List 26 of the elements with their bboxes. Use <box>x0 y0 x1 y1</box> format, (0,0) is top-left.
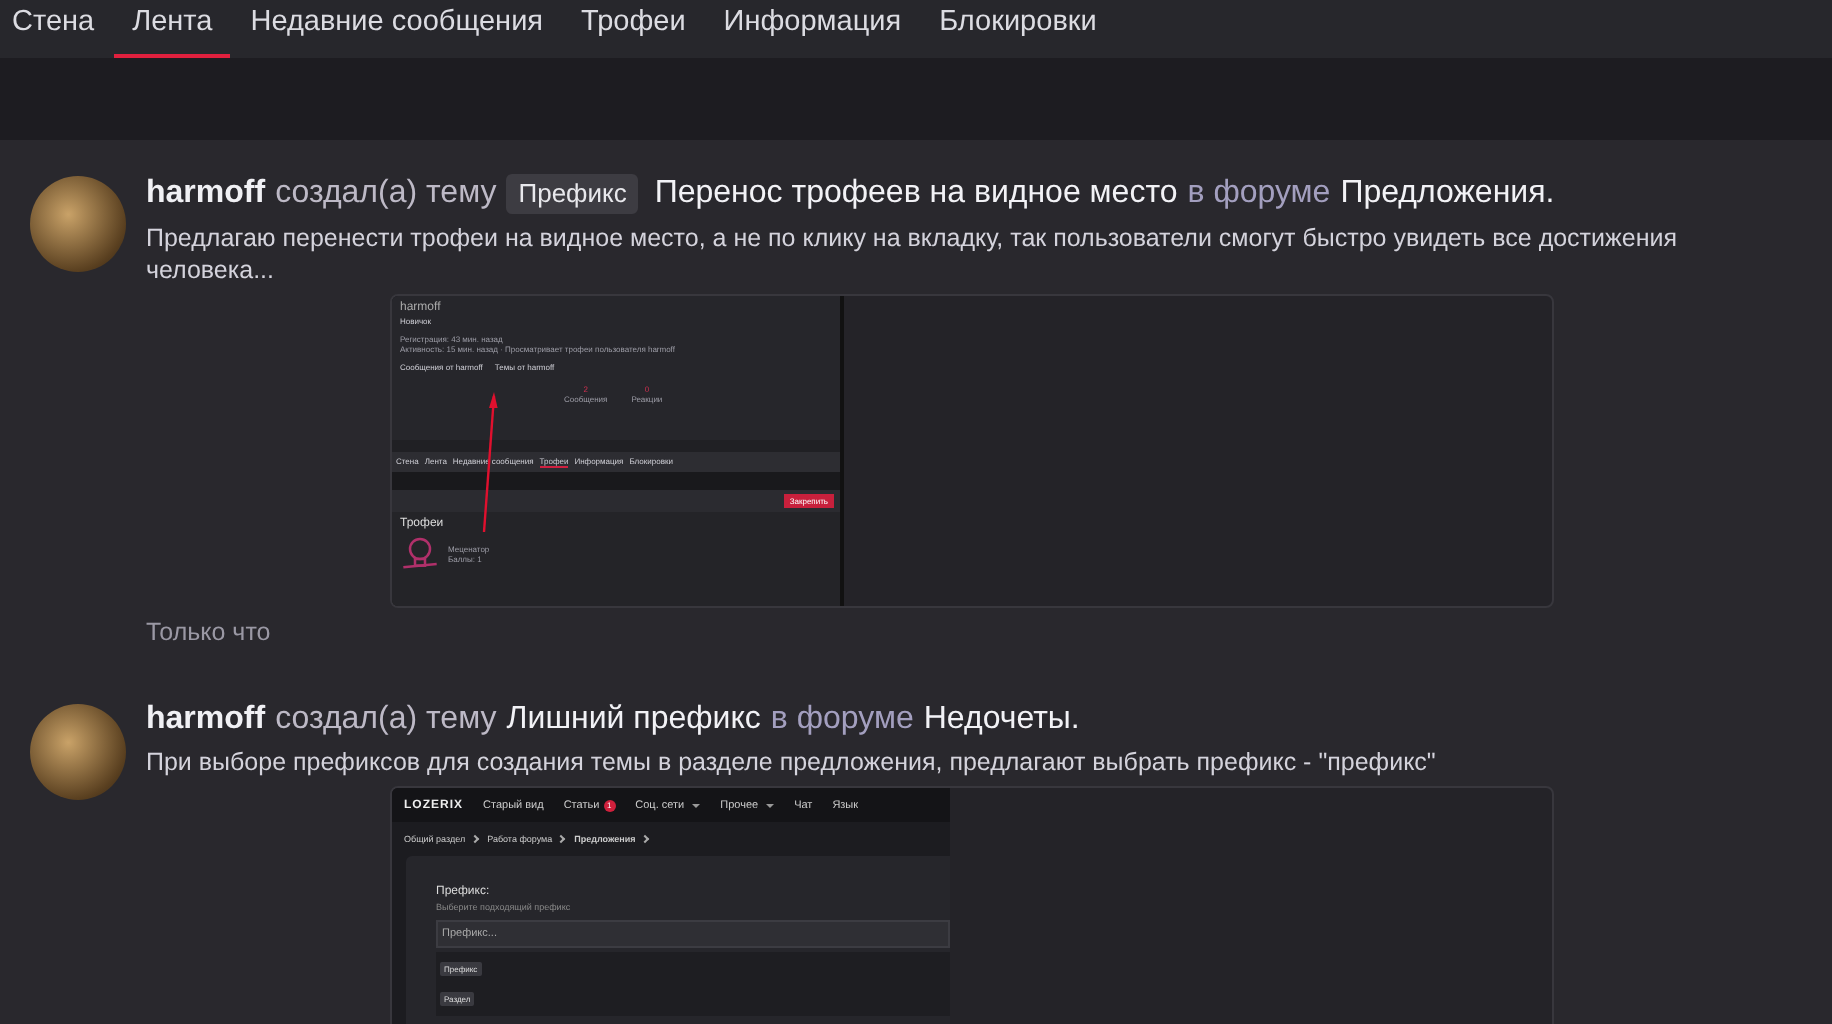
forum-link[interactable]: Недочеты <box>923 702 1071 738</box>
post-excerpt: Предлагаю перенести трофеи на видное место, а не по клику на вкладку, так пользователи смогут быстро увидеть все достижения человека... <box>146 222 1679 286</box>
username-link[interactable]: harmoff <box>146 176 266 212</box>
thread-title-link[interactable]: Перенос трофеев на видное место <box>654 176 1178 212</box>
profile-tab[interactable]: Трофеи <box>563 0 704 58</box>
chevron-icon <box>557 834 566 844</box>
timestamp: Только что <box>146 618 273 646</box>
avatar-circle[interactable] <box>30 704 126 800</box>
avatar-circle[interactable] <box>30 176 126 272</box>
profile-tab[interactable]: Информация <box>705 0 920 58</box>
thread-title-link[interactable]: Лишний префикс <box>506 702 761 738</box>
post-excerpt: При выборе префиксов для создания темы в разделе предложения, предлагают выбрать префикс - "префикс" <box>146 746 1438 778</box>
in-forum-text: в форуме <box>1187 176 1331 212</box>
profile-tab[interactable]: Недавние сообщения <box>232 0 562 58</box>
action-text: создал(а) тему <box>275 176 497 212</box>
period-text: . <box>1545 176 1555 212</box>
profile-tab[interactable]: Стена <box>0 0 113 58</box>
profile-tab[interactable]: Блокировки <box>921 0 1115 58</box>
action-text: создал(а) тему <box>275 702 497 738</box>
chevron-icon <box>469 834 479 844</box>
period-text: . <box>1070 702 1080 738</box>
username-link[interactable]: harmoff <box>146 702 266 738</box>
prefix-label: Префикс <box>506 174 639 214</box>
in-forum-text: в форуме <box>770 702 914 738</box>
chevron-icon <box>640 834 649 844</box>
forum-link[interactable]: Предложения <box>1340 176 1546 212</box>
